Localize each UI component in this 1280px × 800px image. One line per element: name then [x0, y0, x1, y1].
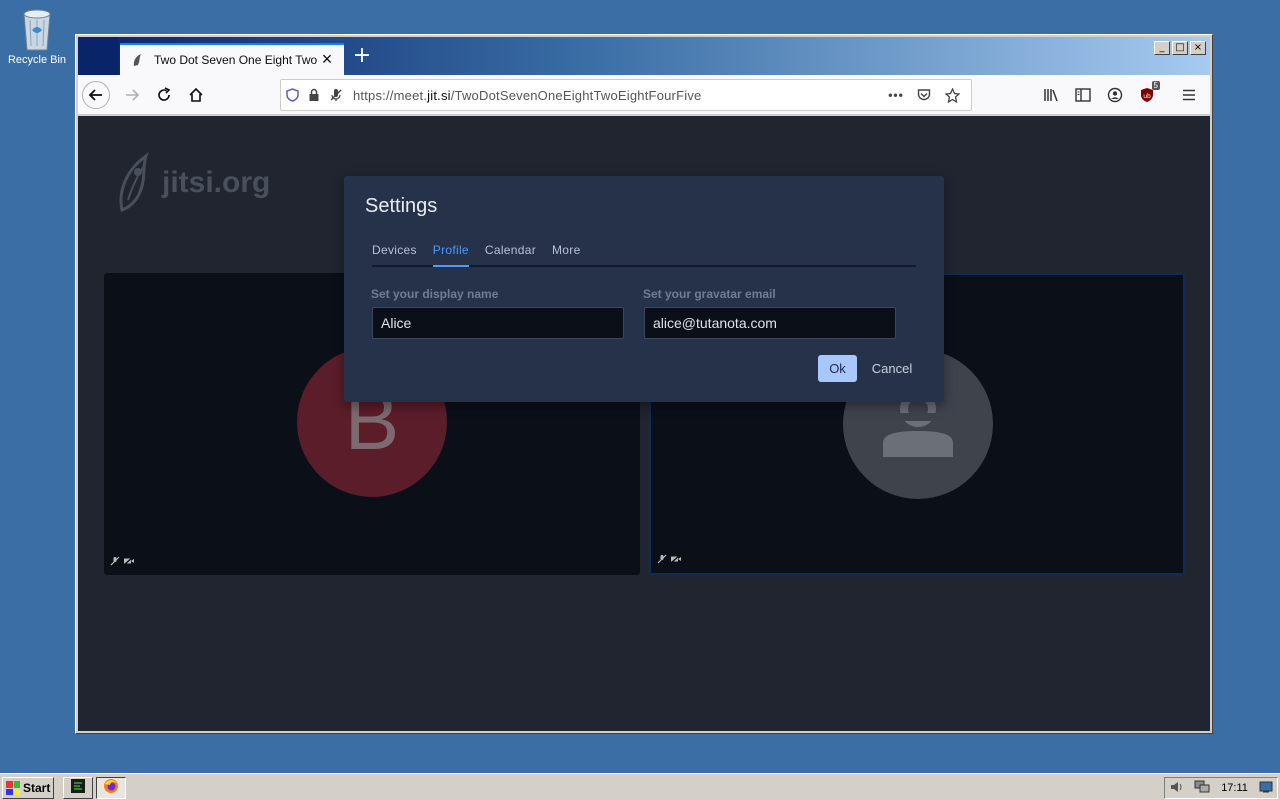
jitsi-logo-icon [119, 152, 149, 212]
show-desktop-icon[interactable] [1259, 781, 1273, 796]
start-label: Start [23, 781, 51, 795]
window-controls: _ □ × [1154, 41, 1206, 55]
camera-off-icon [670, 554, 682, 567]
cancel-button[interactable]: Cancel [864, 355, 920, 382]
tab-calendar[interactable]: Calendar [485, 243, 536, 267]
network-icon[interactable] [1194, 780, 1210, 797]
windows-flag-icon [6, 781, 20, 795]
microphone-blocked-icon[interactable] [325, 84, 347, 106]
firefox-icon [103, 778, 119, 798]
watermark-text: jitsi.org [162, 166, 271, 199]
tab-title: Two Dot Seven One Eight Two Eight Four F… [154, 53, 318, 67]
pocket-icon[interactable] [913, 84, 935, 106]
system-tray: 17:11 [1164, 777, 1278, 799]
minimize-icon[interactable]: _ [1154, 41, 1170, 55]
display-name-input[interactable]: Alice [372, 307, 624, 339]
clock: 17:11 [1221, 782, 1248, 794]
tab-devices[interactable]: Devices [372, 243, 417, 267]
gravatar-email-input[interactable]: alice@tutanota.com [644, 307, 896, 339]
reload-icon[interactable] [150, 81, 178, 109]
browser-window: Two Dot Seven One Eight Two Eight Four F… [75, 34, 1213, 734]
sidebar-icon[interactable] [1070, 81, 1096, 109]
hamburger-menu-icon[interactable] [1176, 81, 1202, 109]
new-tab-icon[interactable]: + [350, 45, 374, 69]
settings-tabs: Devices Profile Calendar More [372, 243, 916, 267]
url-text: https://meet.jit.si/TwoDotSevenOneEightT… [353, 88, 885, 103]
tile-status-icons [110, 556, 135, 569]
start-button[interactable]: Start [2, 777, 54, 799]
taskbar-firefox-button[interactable] [96, 777, 126, 799]
browser-titlebar: Two Dot Seven One Eight Two Eight Four F… [78, 37, 1210, 75]
page-actions-icon[interactable]: ••• [885, 84, 907, 106]
url-actions: ••• [885, 84, 963, 106]
url-domain: jit.si [427, 87, 451, 103]
lock-icon[interactable] [303, 84, 325, 106]
jitsi-favicon-icon [130, 52, 146, 68]
recycle-bin-desktop-icon[interactable]: Recycle Bin [6, 6, 68, 66]
url-prefix: https://meet. [353, 87, 428, 103]
dialog-title: Settings [365, 195, 438, 217]
url-bar[interactable]: https://meet.jit.si/TwoDotSevenOneEightT… [280, 79, 972, 111]
jitsi-meeting-page: jitsi.org B Settings Devices Profile Cal… [78, 116, 1210, 731]
ublock-badge: 5 [1151, 81, 1160, 90]
tab-more[interactable]: More [552, 243, 581, 267]
volume-icon[interactable] [1169, 780, 1183, 797]
taskbar-terminal-button[interactable] [63, 777, 93, 799]
library-icon[interactable] [1038, 81, 1064, 109]
tile-status-icons-local [657, 554, 682, 567]
terminal-icon [70, 778, 86, 798]
display-name-label: Set your display name [371, 287, 499, 301]
taskbar: Start 17:11 [0, 773, 1280, 800]
browser-tab[interactable]: Two Dot Seven One Eight Two Eight Four F… [120, 43, 344, 75]
back-icon[interactable] [82, 81, 110, 109]
tracking-protection-shield-icon[interactable] [281, 84, 303, 106]
settings-dialog: Settings Devices Profile Calendar More S… [344, 176, 944, 402]
mic-muted-icon [110, 556, 120, 569]
recycle-bin-icon [20, 6, 54, 52]
forward-icon[interactable] [118, 81, 146, 109]
tab-strip-left [78, 37, 118, 75]
recycle-bin-label: Recycle Bin [7, 54, 67, 66]
ublock-origin-icon[interactable]: ub 5 [1134, 81, 1160, 109]
url-path: /TwoDotSevenOneEightTwoEightFourFive [450, 87, 702, 103]
ok-button[interactable]: Ok [818, 355, 857, 382]
maximize-icon[interactable]: □ [1172, 41, 1188, 55]
gravatar-email-label: Set your gravatar email [643, 287, 776, 301]
bookmark-star-icon[interactable] [941, 84, 963, 106]
close-tab-icon[interactable]: × [318, 50, 336, 69]
account-icon[interactable] [1102, 81, 1128, 109]
tab-profile[interactable]: Profile [432, 243, 469, 267]
mic-muted-icon [657, 554, 667, 567]
toolbar-buttons: ub 5 [1038, 81, 1202, 109]
navigation-toolbar: https://meet.jit.si/TwoDotSevenOneEightT… [78, 75, 1210, 115]
close-window-icon[interactable]: × [1190, 41, 1206, 55]
camera-off-icon [123, 556, 135, 569]
home-icon[interactable] [182, 81, 210, 109]
svg-text:ub: ub [1143, 93, 1151, 100]
jitsi-watermark[interactable]: jitsi.org [116, 152, 270, 214]
